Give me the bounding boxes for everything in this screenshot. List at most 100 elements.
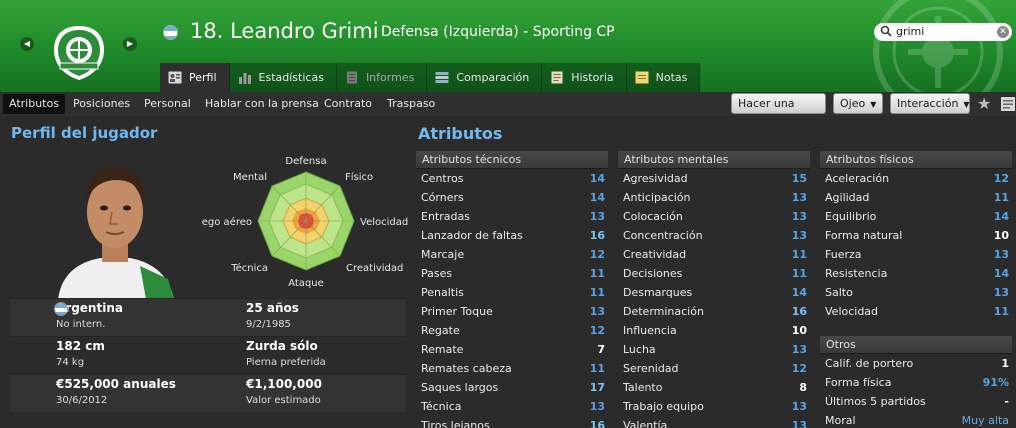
attribute-value: 91% xyxy=(982,376,1009,389)
ojeo-dropdown-button[interactable]: Ojeo ▼ xyxy=(833,93,883,114)
attribute-label: Técnica xyxy=(421,400,462,413)
attribute-label: Velocidad xyxy=(825,305,879,318)
attribute-row: Serenidad 12 xyxy=(618,359,810,378)
chevron-down-icon: ▼ xyxy=(870,100,877,109)
attribute-value: Muy alta xyxy=(961,414,1009,427)
attribute-row: Trabajo equipo 13 xyxy=(618,397,810,416)
next-player-button[interactable]: ▶ xyxy=(123,37,137,51)
mental-attributes-header: Atributos mentales xyxy=(618,151,810,169)
attribute-row: Remates cabeza 11 xyxy=(416,359,608,378)
subtab-prensa[interactable]: Hablar con la prensa xyxy=(205,94,319,114)
attribute-value: 11 xyxy=(993,191,1009,204)
tab-perfil[interactable]: Perfil xyxy=(160,63,230,92)
subtab-atributos[interactable]: Atributos xyxy=(3,94,65,114)
attribute-row: Entradas 13 xyxy=(416,207,608,226)
attribute-row: Resistencia 14 xyxy=(820,264,1012,283)
attribute-row: Centros 14 xyxy=(416,169,608,188)
subtab-personal[interactable]: Personal xyxy=(144,94,191,114)
argentina-flag-icon xyxy=(163,25,178,40)
attribute-label: Talento xyxy=(623,381,663,394)
height-cell: 182 cm 74 kg xyxy=(56,337,105,371)
attribute-value: 17 xyxy=(589,381,605,394)
previous-player-button[interactable]: ◀ xyxy=(20,37,34,51)
attribute-value: 12 xyxy=(993,172,1009,185)
attribute-value: 11 xyxy=(993,305,1009,318)
attribute-label: Decisiones xyxy=(623,267,683,280)
attribute-value: 11 xyxy=(589,267,605,280)
attribute-row: Determinación 16 xyxy=(618,302,810,321)
attribute-value: 1 xyxy=(1001,357,1009,370)
search-icon xyxy=(880,25,892,37)
attribute-row: Agresividad 15 xyxy=(618,169,810,188)
foot-cell: Zurda sólo Pierna preferida xyxy=(246,337,326,371)
estimated-value: €1,100,000 xyxy=(246,377,322,391)
attribute-value: 13 xyxy=(791,229,807,242)
tab-estadisticas[interactable]: Estadísticas xyxy=(229,63,337,92)
clear-search-icon[interactable]: ✕ xyxy=(997,26,1009,38)
tab-historia[interactable]: Historia xyxy=(542,63,627,92)
argentina-flag-icon xyxy=(54,302,68,316)
attribute-row: Equilibrio 14 xyxy=(820,207,1012,226)
attribute-label: Trabajo equipo xyxy=(623,400,704,413)
player-name: 18. Leandro Grimi xyxy=(190,19,379,43)
attribute-label: Centros xyxy=(421,172,464,185)
main-content: Perfil del jugador Defensa Físico Veloci… xyxy=(0,116,1016,428)
radar-label-defensa: Defensa xyxy=(285,156,326,167)
tab-informes[interactable]: Informes xyxy=(336,63,428,92)
attribute-label: Lucha xyxy=(623,343,656,356)
weight: 74 kg xyxy=(56,357,85,368)
radar-label-aereo: ego aéreo xyxy=(202,216,252,228)
technical-attributes-panel: Atributos técnicos Centros 14 Córners 14 Ent… xyxy=(416,151,608,428)
attribute-label: Fuerza xyxy=(825,248,862,261)
attribute-label: Tiros lejanos xyxy=(421,419,490,428)
attribute-value: 13 xyxy=(791,191,807,204)
subtab-contrato[interactable]: Contrato xyxy=(324,94,372,114)
player-photo xyxy=(50,154,180,299)
attribute-label: Pases xyxy=(421,267,453,280)
club-crest-watermark xyxy=(873,0,1003,92)
player-info-grid: Argentina No intern. 25 años 9/2/1985 18… xyxy=(10,298,405,412)
notepad-icon[interactable] xyxy=(1000,96,1016,112)
attribute-label: Equilibrio xyxy=(825,210,877,223)
attribute-label: Regate xyxy=(421,324,460,337)
search-input[interactable]: grimi ✕ xyxy=(874,23,1012,41)
attribute-value: 13 xyxy=(589,305,605,318)
header-bar: ◀ ▶ SCP 18. Leandro Grimi Defensa (Izqui… xyxy=(0,0,1016,92)
physical-attributes-panel: Atributos físicos Aceleración 12 Agilidad 1… xyxy=(820,151,1012,428)
attribute-row: Aceleración 12 xyxy=(820,169,1012,188)
radar-label-mental: Mental xyxy=(233,172,267,183)
attribute-row: Decisiones 11 xyxy=(618,264,810,283)
search-value: grimi xyxy=(896,25,925,38)
attribute-row: Desmarques 14 xyxy=(618,283,810,302)
interaction-dropdown-button[interactable]: Interacción ▼ xyxy=(890,93,970,114)
attribute-label: Primer Toque xyxy=(421,305,493,318)
attribute-value: 13 xyxy=(791,343,807,356)
attribute-row: Lanzador de faltas 16 xyxy=(416,226,608,245)
profile-icon xyxy=(168,71,182,84)
age: 25 años xyxy=(246,301,299,315)
attribute-label: Entradas xyxy=(421,210,470,223)
value-cell: €1,100,000 Valor estimado xyxy=(246,375,322,409)
attribute-row: Saques largos 17 xyxy=(416,378,608,397)
attribute-label: Agresividad xyxy=(623,172,688,185)
attribute-label: Aceleración xyxy=(825,172,890,185)
make-offer-button[interactable]: Hacer una oferta xyxy=(731,93,826,129)
attribute-value: 14 xyxy=(791,286,807,299)
tab-comparacion[interactable]: Comparación xyxy=(427,63,543,92)
attribute-label: Determinación xyxy=(623,305,704,318)
subnav-bar: Atributos Posiciones Personal Hablar con… xyxy=(0,92,1016,129)
attribute-value: 10 xyxy=(791,324,807,337)
attribute-row: Primer Toque 13 xyxy=(416,302,608,321)
tab-notas[interactable]: Notas xyxy=(626,63,701,92)
info-row: 182 cm 74 kg Zurda sólo Pierna preferida xyxy=(10,336,405,374)
chevron-down-icon: ▼ xyxy=(963,100,970,109)
stats-icon xyxy=(238,73,251,84)
subtab-posiciones[interactable]: Posiciones xyxy=(73,94,130,114)
tab-label: Historia xyxy=(571,71,614,84)
attribute-row: Tiros lejanos 16 xyxy=(416,416,608,428)
attribute-label: Colocación xyxy=(623,210,683,223)
radar-label-creatividad: Creatividad xyxy=(346,263,403,274)
attribute-value: 13 xyxy=(589,400,605,413)
star-icon[interactable]: ★ xyxy=(977,95,994,112)
subtab-traspaso[interactable]: Traspaso xyxy=(387,94,435,114)
